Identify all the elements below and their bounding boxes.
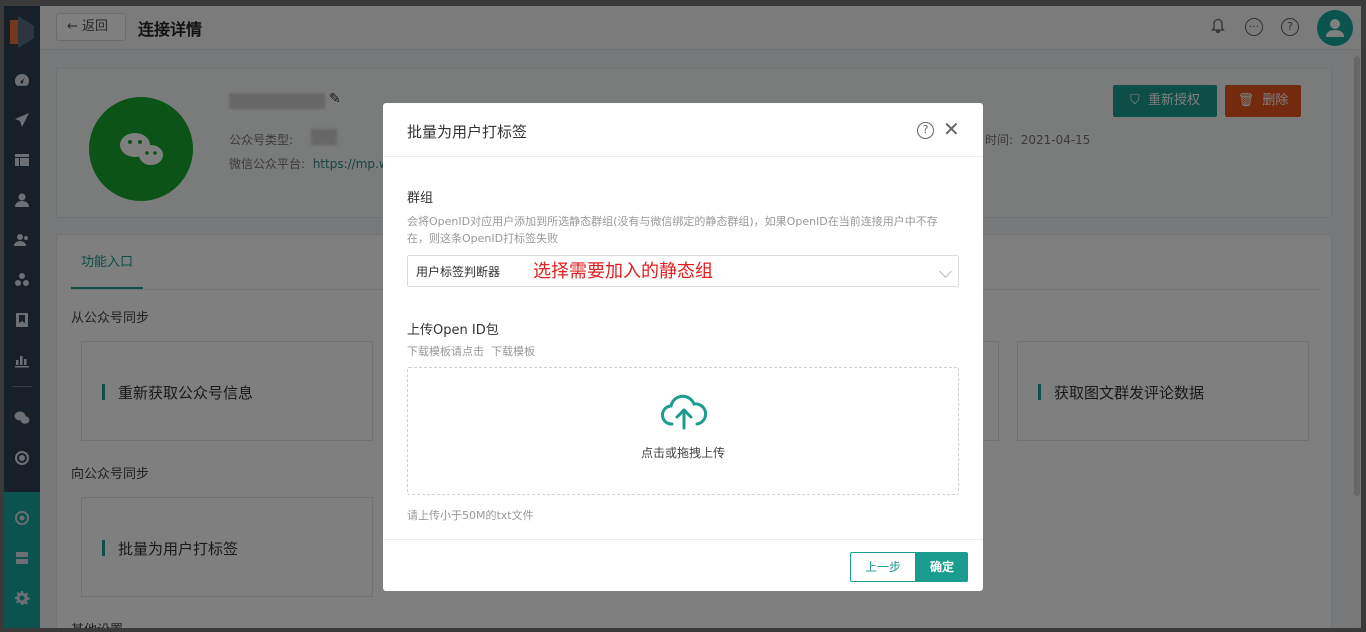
app-frame: ← 返回 连接详情 ··· ? ✎ 公众号类型: 微信公众平台: https:/… bbox=[4, 6, 1361, 628]
group-select[interactable]: 用户标签判断器 选择需要加入的静态组 bbox=[407, 255, 959, 287]
upload-limit-hint: 请上传小于50M的txt文件 bbox=[407, 509, 534, 522]
prev-step-button[interactable]: 上一步 bbox=[850, 552, 916, 582]
download-hint: 下载模板请点击 下载模板 bbox=[407, 345, 535, 358]
download-template-link[interactable]: 下载模板 bbox=[491, 345, 535, 358]
cloud-upload-icon bbox=[660, 394, 708, 432]
group-label: 群组 bbox=[407, 191, 434, 206]
modal-header: 批量为用户打标签 ? ✕ bbox=[383, 103, 983, 157]
upload-label: 上传Open ID包 bbox=[407, 323, 499, 338]
annotation-text: 选择需要加入的静态组 bbox=[533, 261, 713, 282]
group-select-value: 用户标签判断器 bbox=[416, 265, 501, 279]
modal-footer: 上一步 确定 bbox=[383, 539, 983, 591]
confirm-button[interactable]: 确定 bbox=[916, 552, 968, 582]
close-icon[interactable]: ✕ bbox=[943, 117, 960, 141]
help-icon[interactable]: ? bbox=[917, 122, 934, 139]
upload-dropzone[interactable]: 点击或拖拽上传 bbox=[407, 367, 959, 495]
modal-title: 批量为用户打标签 bbox=[407, 123, 528, 141]
upload-text: 点击或拖拽上传 bbox=[640, 446, 725, 460]
group-hint: 会将OpenID对应用户添加到所选静态群组(没有与微信绑定的静态群组)，如果Op… bbox=[407, 215, 938, 245]
chevron-down-icon bbox=[939, 265, 952, 278]
batch-tag-modal: 批量为用户打标签 ? ✕ 群组 会将OpenID对应用户添加到所选静态群组(没有… bbox=[383, 103, 983, 591]
